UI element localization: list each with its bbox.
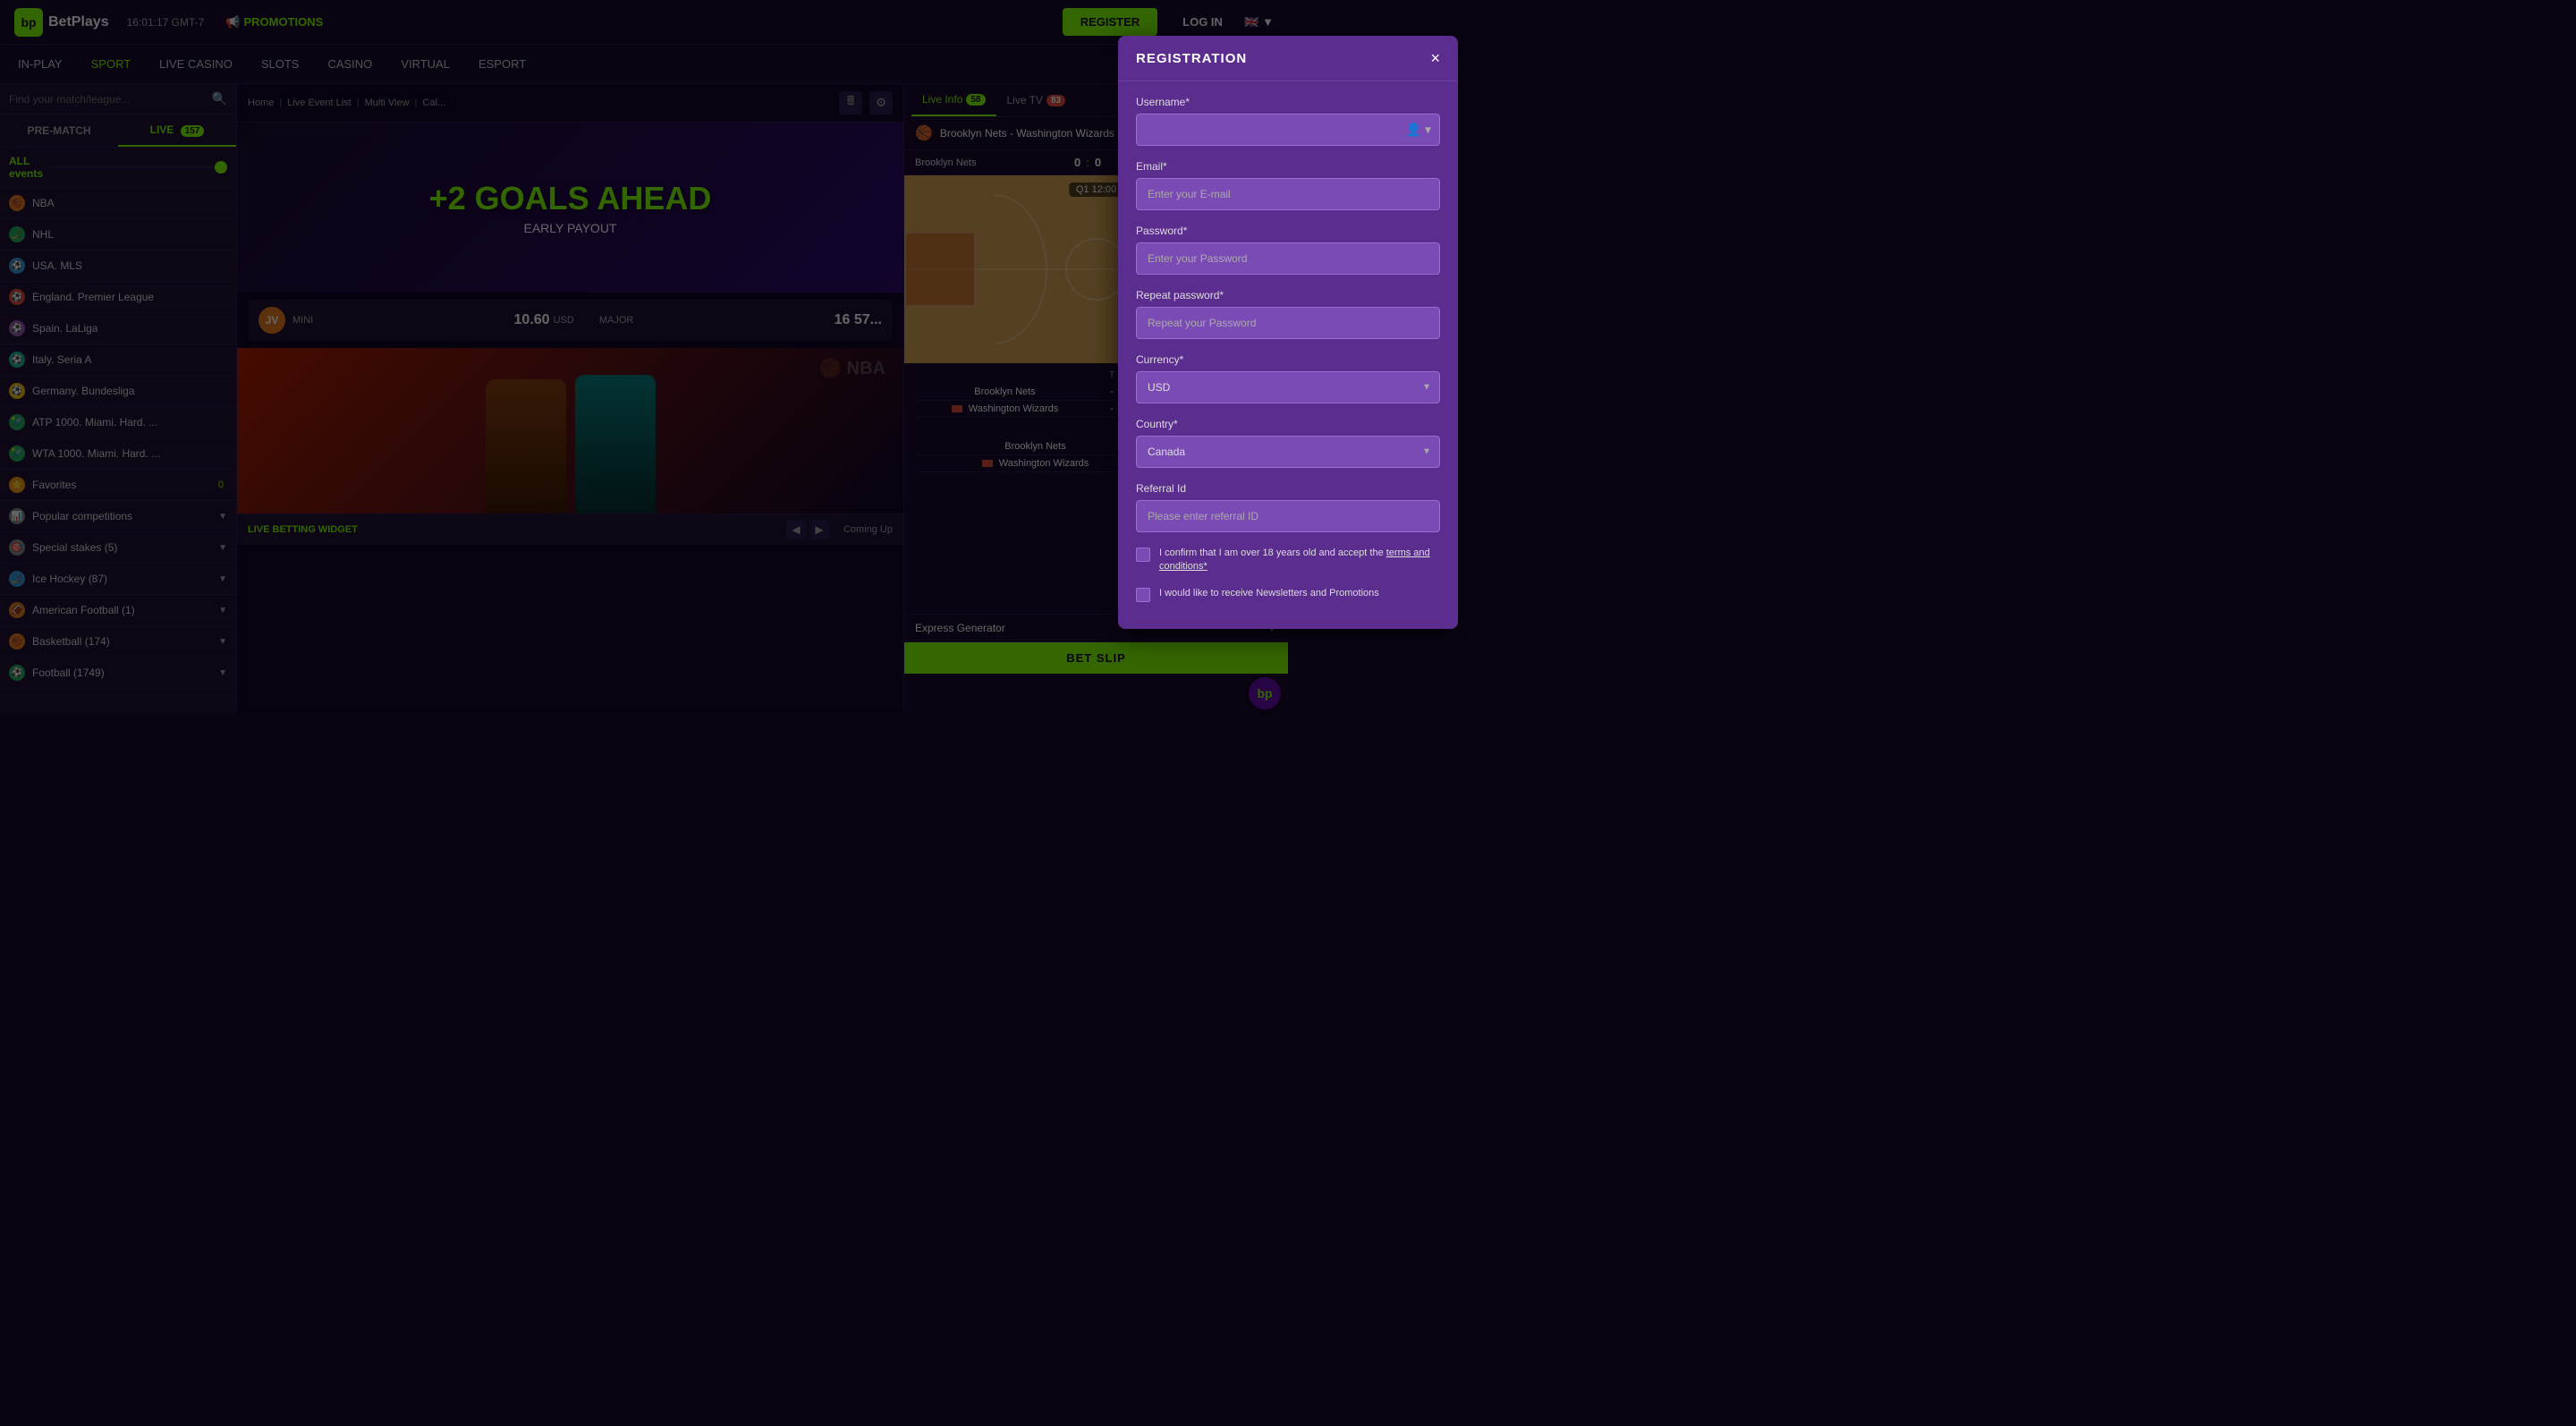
country-label: Country* — [1136, 418, 1440, 430]
username-input-wrapper: 👤 ▾ — [1136, 114, 1440, 146]
newsletter-label: I would like to receive Newsletters and … — [1159, 587, 1379, 600]
terms-label: I confirm that I am over 18 years old an… — [1159, 547, 1440, 574]
modal-close-button[interactable]: × — [1430, 50, 1440, 66]
modal-header: REGISTRATION × — [1118, 36, 1458, 81]
currency-label: Currency* — [1136, 353, 1440, 366]
username-input[interactable] — [1136, 114, 1440, 146]
country-select[interactable]: Canada USA UK — [1136, 436, 1440, 468]
password-input[interactable] — [1136, 242, 1440, 275]
user-icon: 👤 ▾ — [1406, 123, 1431, 138]
country-select-wrapper: Canada USA UK — [1136, 436, 1440, 468]
currency-select[interactable]: USD EUR GBP — [1136, 371, 1440, 403]
password-group: Password* — [1136, 225, 1440, 275]
terms-checkbox-row: I confirm that I am over 18 years old an… — [1136, 547, 1440, 574]
modal-body: Username* 👤 ▾ Email* Password* — [1118, 81, 1458, 629]
terms-checkbox[interactable] — [1136, 547, 1150, 562]
referral-input[interactable] — [1136, 500, 1440, 532]
referral-group: Referral Id — [1136, 482, 1440, 532]
email-input[interactable] — [1136, 178, 1440, 210]
currency-group: Currency* USD EUR GBP — [1136, 353, 1440, 403]
currency-select-wrapper: USD EUR GBP — [1136, 371, 1440, 403]
email-label: Email* — [1136, 160, 1440, 173]
repeat-password-label: Repeat password* — [1136, 289, 1440, 301]
repeat-password-input[interactable] — [1136, 307, 1440, 339]
terms-link[interactable]: terms and conditions* — [1159, 547, 1430, 572]
referral-label: Referral Id — [1136, 482, 1440, 495]
modal-overlay[interactable]: REGISTRATION × Username* 👤 ▾ Email* — [0, 0, 2576, 1426]
email-group: Email* — [1136, 160, 1440, 210]
username-label: Username* — [1136, 96, 1440, 108]
repeat-password-group: Repeat password* — [1136, 289, 1440, 339]
username-group: Username* 👤 ▾ — [1136, 96, 1440, 146]
newsletter-checkbox[interactable] — [1136, 588, 1150, 602]
password-label: Password* — [1136, 225, 1440, 237]
modal-title: REGISTRATION — [1136, 51, 1247, 66]
country-group: Country* Canada USA UK — [1136, 418, 1440, 468]
newsletter-checkbox-row: I would like to receive Newsletters and … — [1136, 587, 1440, 602]
registration-modal: REGISTRATION × Username* 👤 ▾ Email* — [1118, 36, 1458, 629]
